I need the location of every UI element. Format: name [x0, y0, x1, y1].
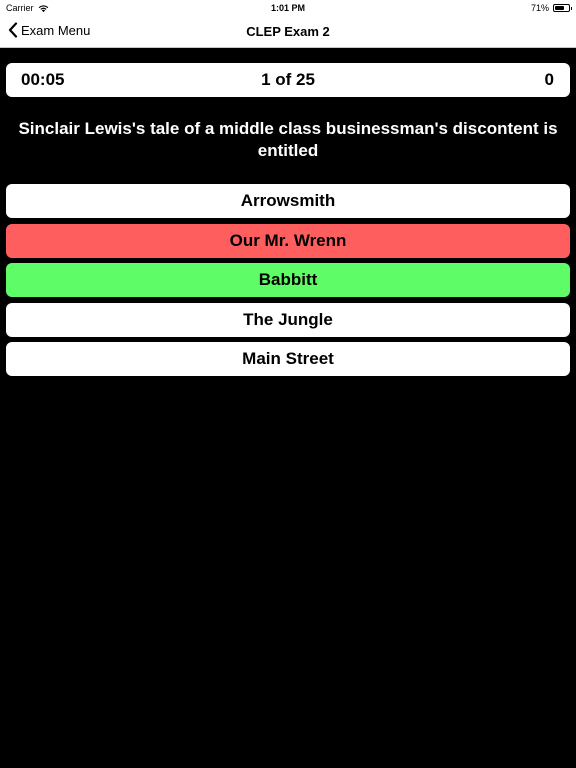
- status-time: 1:01 PM: [270, 3, 305, 13]
- answer-button-the-jungle[interactable]: The Jungle: [6, 302, 570, 337]
- status-bar: Carrier 1:01 PM 71%: [0, 0, 576, 16]
- question-progress: 1 of 25: [261, 70, 315, 89]
- answer-button-main-street[interactable]: Main Street: [6, 342, 570, 377]
- score: 0: [544, 70, 554, 89]
- page-title: CLEP Exam 2: [246, 24, 330, 39]
- battery-group: 71%: [530, 3, 572, 13]
- navigation-bar: Exam Menu CLEP Exam 2: [0, 16, 576, 48]
- answer-list: Arrowsmith Our Mr. Wrenn Babbitt The Jun…: [6, 184, 570, 382]
- battery-percent: 71%: [530, 3, 549, 13]
- score-bar: 00:05 1 of 25 0: [6, 63, 570, 97]
- answer-button-arrowsmith[interactable]: Arrowsmith: [6, 184, 570, 218]
- answer-button-babbitt[interactable]: Babbitt: [6, 263, 570, 298]
- question-text: Sinclair Lewis's tale of a middle class …: [18, 119, 558, 160]
- battery-icon: [553, 4, 572, 12]
- answer-button-our-mr-wrenn[interactable]: Our Mr. Wrenn: [6, 223, 570, 258]
- battery-fill: [555, 6, 565, 10]
